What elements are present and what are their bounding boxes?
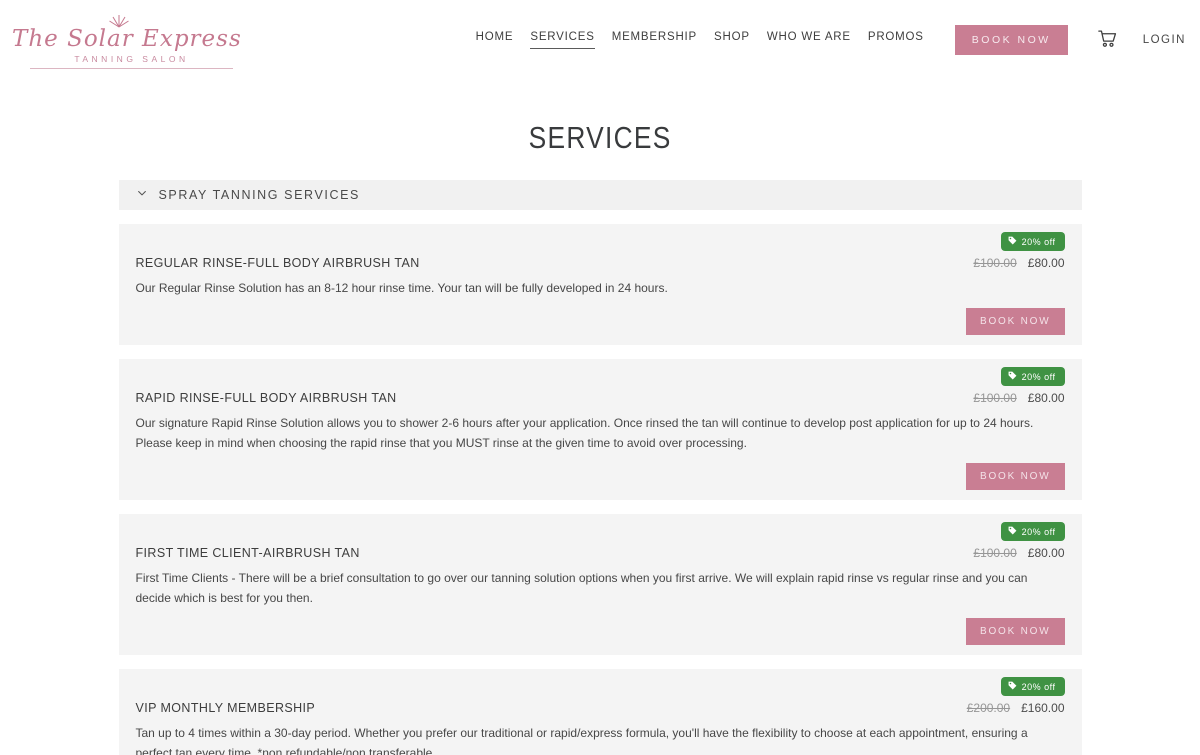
brand-logo[interactable]: The Solar Express TANNING SALON xyxy=(12,12,242,69)
service-price: £160.00 xyxy=(1021,701,1065,716)
services-container: SPRAY TANNING SERVICES 20% off REGULAR R… xyxy=(118,180,1082,755)
service-description: First Time Clients - There will be a bri… xyxy=(135,571,1028,605)
service-book-now-button[interactable]: BOOK NOW xyxy=(965,618,1065,646)
brand-tagline: TANNING SALON xyxy=(30,54,233,69)
discount-badge: 20% off xyxy=(1000,232,1065,251)
nav-item-promos[interactable]: PROMOS xyxy=(868,31,924,49)
nav-item-services[interactable]: SERVICES xyxy=(530,31,595,49)
service-price: £80.00 xyxy=(1027,391,1065,406)
service-description: Our signature Rapid Rinse Solution allow… xyxy=(135,416,1034,450)
service-old-price: £100.00 xyxy=(973,391,1017,406)
discount-badge-label: 20% off xyxy=(1021,681,1056,692)
nav-item-home[interactable]: HOME xyxy=(476,31,514,49)
service-card-rapid-rinse: 20% off RAPID RINSE-FULL BODY AIRBRUSH T… xyxy=(118,359,1082,501)
service-description: Tan up to 4 times within a 30-day period… xyxy=(135,726,1028,755)
site-header: The Solar Express TANNING SALON HOME SER… xyxy=(0,0,1200,80)
discount-badge-label: 20% off xyxy=(1021,236,1056,247)
nav-item-shop[interactable]: SHOP xyxy=(714,31,750,49)
tag-icon xyxy=(1008,371,1017,382)
service-old-price: £100.00 xyxy=(973,256,1017,270)
service-description: Our Regular Rinse Solution has an 8-12 h… xyxy=(135,281,668,295)
service-title: RAPID RINSE-FULL BODY AIRBRUSH TAN xyxy=(135,391,397,406)
service-old-price: £100.00 xyxy=(973,546,1017,561)
tag-icon xyxy=(1008,526,1017,537)
service-price: £80.00 xyxy=(1027,546,1065,561)
service-card-first-time-client: 20% off FIRST TIME CLIENT-AIRBRUSH TAN £… xyxy=(118,514,1082,656)
sun-rays-icon xyxy=(106,14,132,33)
book-now-button[interactable]: BOOK NOW xyxy=(954,25,1068,55)
login-link[interactable]: LOGIN xyxy=(1143,34,1186,46)
accordion-label: SPRAY TANNING SERVICES xyxy=(158,188,360,202)
accordion-spray-tanning-services[interactable]: SPRAY TANNING SERVICES xyxy=(118,180,1082,210)
service-title: REGULAR RINSE-FULL BODY AIRBRUSH TAN xyxy=(135,256,420,270)
cart-icon xyxy=(1097,29,1118,51)
main-nav: HOME SERVICES MEMBERSHIP SHOP WHO WE ARE… xyxy=(476,25,1186,55)
cart-button[interactable] xyxy=(1097,29,1118,51)
discount-badge-label: 20% off xyxy=(1021,526,1056,537)
service-price: £80.00 xyxy=(1027,256,1065,270)
service-old-price: £200.00 xyxy=(966,701,1011,716)
tag-icon xyxy=(1008,681,1017,692)
page-title-section: SERVICES xyxy=(0,120,1200,156)
discount-badge: 20% off xyxy=(1000,367,1065,387)
service-card-regular-rinse: 20% off REGULAR RINSE-FULL BODY AIRBRUSH… xyxy=(118,224,1082,346)
service-title: VIP MONTHLY MEMBERSHIP xyxy=(135,701,316,716)
service-book-now-button[interactable]: BOOK NOW xyxy=(965,308,1065,336)
discount-badge: 20% off xyxy=(1000,677,1065,697)
discount-badge-label: 20% off xyxy=(1021,371,1056,382)
service-title: FIRST TIME CLIENT-AIRBRUSH TAN xyxy=(135,546,360,561)
discount-badge: 20% off xyxy=(1000,522,1065,542)
tag-icon xyxy=(1008,236,1017,247)
service-book-now-button[interactable]: BOOK NOW xyxy=(965,463,1065,491)
page-title: SERVICES xyxy=(528,120,672,155)
nav-item-who-we-are[interactable]: WHO WE ARE xyxy=(767,31,851,49)
service-card-vip-membership: 20% off VIP MONTHLY MEMBERSHIP £200.00 £… xyxy=(118,669,1082,755)
nav-item-membership[interactable]: MEMBERSHIP xyxy=(612,31,697,49)
chevron-down-icon xyxy=(136,186,148,204)
